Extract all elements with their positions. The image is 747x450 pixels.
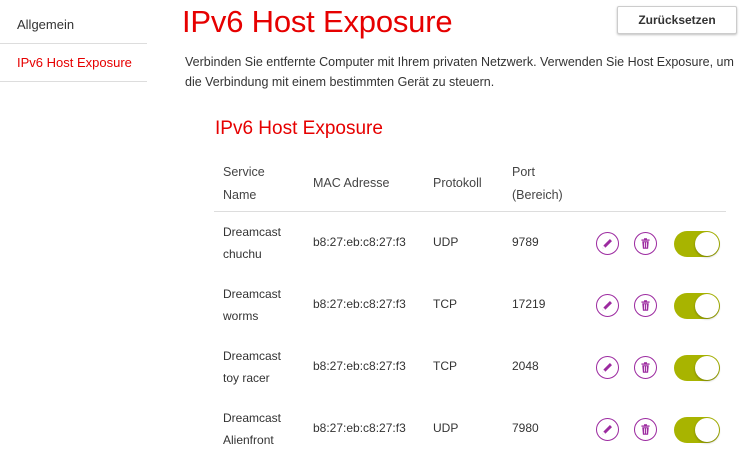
toggle-knob [695, 294, 719, 318]
column-header-mac: MAC Adresse [313, 176, 390, 190]
delete-button[interactable] [634, 356, 657, 379]
table-row: Dreamcast Alienfront b8:27:eb:c8:27:f3 U… [214, 398, 726, 450]
port-cell: 2048 [512, 359, 539, 373]
section-title: IPv6 Host Exposure [215, 118, 383, 139]
enable-toggle[interactable] [674, 355, 720, 381]
protocol-cell: TCP [433, 359, 457, 373]
service-name-line1: Dreamcast [223, 287, 282, 301]
trash-icon [641, 362, 650, 373]
page-title: IPv6 Host Exposure [182, 4, 453, 39]
table-row: Dreamcast chuchu b8:27:eb:c8:27:f3 UDP 9… [214, 212, 726, 274]
delete-button[interactable] [634, 418, 657, 441]
column-header-service-line2: Name [223, 188, 257, 202]
port-cell: 9789 [512, 235, 539, 249]
service-name-cell: Dreamcast chuchu [223, 221, 303, 265]
trash-icon [641, 300, 650, 311]
page-description: Verbinden Sie entfernte Computer mit Ihr… [185, 55, 734, 89]
table-body: Dreamcast chuchu b8:27:eb:c8:27:f3 UDP 9… [214, 212, 726, 450]
delete-button[interactable] [634, 232, 657, 255]
service-name-line1: Dreamcast [223, 225, 282, 239]
column-header-port-line2: (Bereich) [512, 188, 563, 202]
column-header-port-line1: Port [512, 165, 535, 179]
pencil-icon [602, 425, 612, 435]
toggle-knob [695, 232, 719, 256]
reset-button[interactable]: Zurücksetzen [617, 6, 737, 34]
toggle-knob [695, 418, 719, 442]
service-name-line1: Dreamcast [223, 411, 282, 425]
sidebar-item-allgemein[interactable]: Allgemein [0, 6, 147, 44]
sidebar: Allgemein IPv6 Host Exposure [0, 6, 147, 82]
edit-button[interactable] [596, 356, 619, 379]
mac-address-cell: b8:27:eb:c8:27:f3 [313, 235, 406, 249]
port-cell: 7980 [512, 421, 539, 435]
service-name-cell: Dreamcast worms [223, 283, 303, 327]
trash-icon [641, 238, 650, 249]
mac-address-cell: b8:27:eb:c8:27:f3 [313, 359, 406, 373]
mac-address-cell: b8:27:eb:c8:27:f3 [313, 421, 406, 435]
pencil-icon [602, 239, 612, 249]
service-name-cell: Dreamcast toy racer [223, 345, 303, 389]
service-name-line2: chuchu [223, 247, 262, 261]
table-row: Dreamcast toy racer b8:27:eb:c8:27:f3 TC… [214, 336, 726, 398]
service-name-line2: Alienfront [223, 433, 274, 447]
column-header-port: Port (Bereich) [512, 161, 563, 207]
protocol-cell: UDP [433, 421, 459, 435]
column-header-service-name: Service Name [223, 161, 265, 207]
service-name-line2: toy racer [223, 371, 270, 385]
edit-button[interactable] [596, 294, 619, 317]
column-header-service-line1: Service [223, 165, 265, 179]
edit-button[interactable] [596, 418, 619, 441]
enable-toggle[interactable] [674, 293, 720, 319]
enable-toggle[interactable] [674, 231, 720, 257]
mac-address-cell: b8:27:eb:c8:27:f3 [313, 297, 406, 311]
enable-toggle[interactable] [674, 417, 720, 443]
service-name-cell: Dreamcast Alienfront [223, 407, 303, 450]
pencil-icon [602, 301, 612, 311]
toggle-knob [695, 356, 719, 380]
sidebar-item-label: Allgemein [17, 17, 75, 32]
table-header: Service Name MAC Adresse Protokoll Port … [214, 157, 726, 212]
pencil-icon [602, 363, 612, 373]
edit-button[interactable] [596, 232, 619, 255]
sidebar-item-ipv6-host-exposure[interactable]: IPv6 Host Exposure [0, 44, 147, 82]
trash-icon [641, 424, 650, 435]
service-name-line2: worms [223, 309, 259, 323]
port-cell: 17219 [512, 297, 546, 311]
protocol-cell: TCP [433, 297, 457, 311]
service-name-line1: Dreamcast [223, 349, 282, 363]
host-exposure-table: Service Name MAC Adresse Protokoll Port … [214, 157, 726, 450]
delete-button[interactable] [634, 294, 657, 317]
table-row: Dreamcast worms b8:27:eb:c8:27:f3 TCP 17… [214, 274, 726, 336]
protocol-cell: UDP [433, 235, 459, 249]
sidebar-item-label: IPv6 Host Exposure [17, 55, 132, 70]
column-header-protocol: Protokoll [433, 176, 482, 190]
